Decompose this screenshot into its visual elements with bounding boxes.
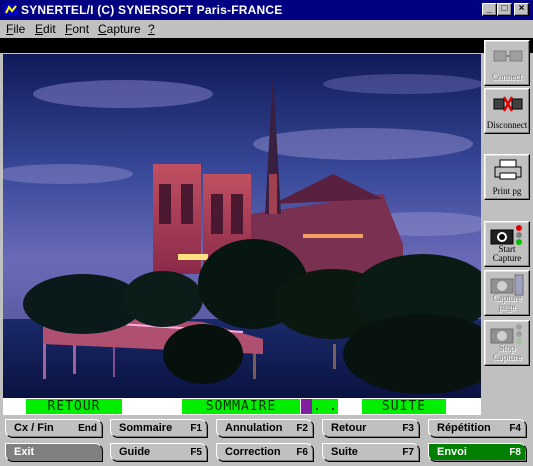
- printer-icon: [494, 159, 522, 180]
- connect-label: Connect: [492, 72, 522, 82]
- start-capture-label-line2: Capture: [492, 253, 522, 263]
- status-suite: SUITE: [362, 399, 446, 414]
- disconnect-button[interactable]: Disconnect: [484, 88, 530, 134]
- maximize-icon: □: [501, 3, 508, 14]
- cx-fin-button[interactable]: Cx / Fin End: [5, 419, 103, 438]
- status-sommaire: SOMMAIRE: [182, 399, 300, 414]
- menu-bar: File Edit Font Capture ?: [0, 20, 533, 38]
- notre-dame-night-photo: [3, 54, 481, 398]
- minitel-screen-image: [3, 54, 481, 398]
- connect-button[interactable]: Connect: [484, 40, 530, 86]
- minimize-button[interactable]: _: [482, 3, 497, 16]
- capture-page-label-line2: page: [498, 302, 516, 312]
- disconnect-label: Disconnect: [486, 120, 528, 130]
- menu-font[interactable]: Font: [65, 22, 89, 36]
- print-page-label: Print pg: [492, 186, 522, 196]
- minimize-icon: _: [486, 3, 493, 14]
- close-button[interactable]: ×: [514, 3, 529, 16]
- guide-button[interactable]: Guide F5: [110, 443, 208, 462]
- status-retour: RETOUR: [26, 399, 122, 414]
- capture-page-button[interactable]: Capture page: [484, 270, 530, 316]
- menu-file[interactable]: File: [6, 22, 25, 36]
- minitel-status-line: RETOUR SOMMAIRE . . SUITE: [3, 398, 481, 415]
- start-capture-button[interactable]: Start Capture: [484, 221, 530, 267]
- envoi-button[interactable]: Envoi F8: [428, 443, 527, 462]
- maximize-button[interactable]: □: [497, 3, 512, 16]
- annulation-button[interactable]: Annulation F2: [216, 419, 314, 438]
- menu-edit[interactable]: Edit: [35, 22, 56, 36]
- phone-plug-icon: [493, 50, 523, 62]
- minitel-header-strip: [0, 38, 533, 53]
- sommaire-button[interactable]: Sommaire F1: [110, 419, 208, 438]
- suite-button[interactable]: Suite F7: [322, 443, 420, 462]
- title-bar[interactable]: SYNERTEL/I (C) SYNERSOFT Paris-FRANCE _ …: [0, 0, 533, 20]
- phone-unplug-icon: [493, 96, 523, 112]
- status-dots: . .: [312, 399, 338, 414]
- window-title: SYNERTEL/I (C) SYNERSOFT Paris-FRANCE: [21, 3, 283, 17]
- retour-button[interactable]: Retour F3: [322, 419, 420, 438]
- stop-capture-button[interactable]: Stop Capture: [484, 320, 530, 366]
- close-icon: ×: [518, 3, 525, 14]
- cursor-block: [301, 399, 312, 414]
- app-icon[interactable]: [3, 2, 19, 18]
- stop-capture-label-line2: Capture: [492, 352, 522, 362]
- repetition-button[interactable]: Répétition F4: [428, 419, 527, 438]
- print-page-button[interactable]: Print pg: [484, 154, 530, 200]
- exit-button[interactable]: Exit: [5, 443, 103, 462]
- correction-button[interactable]: Correction F6: [216, 443, 314, 462]
- menu-capture[interactable]: Capture: [98, 22, 141, 36]
- menu-help[interactable]: ?: [148, 22, 155, 36]
